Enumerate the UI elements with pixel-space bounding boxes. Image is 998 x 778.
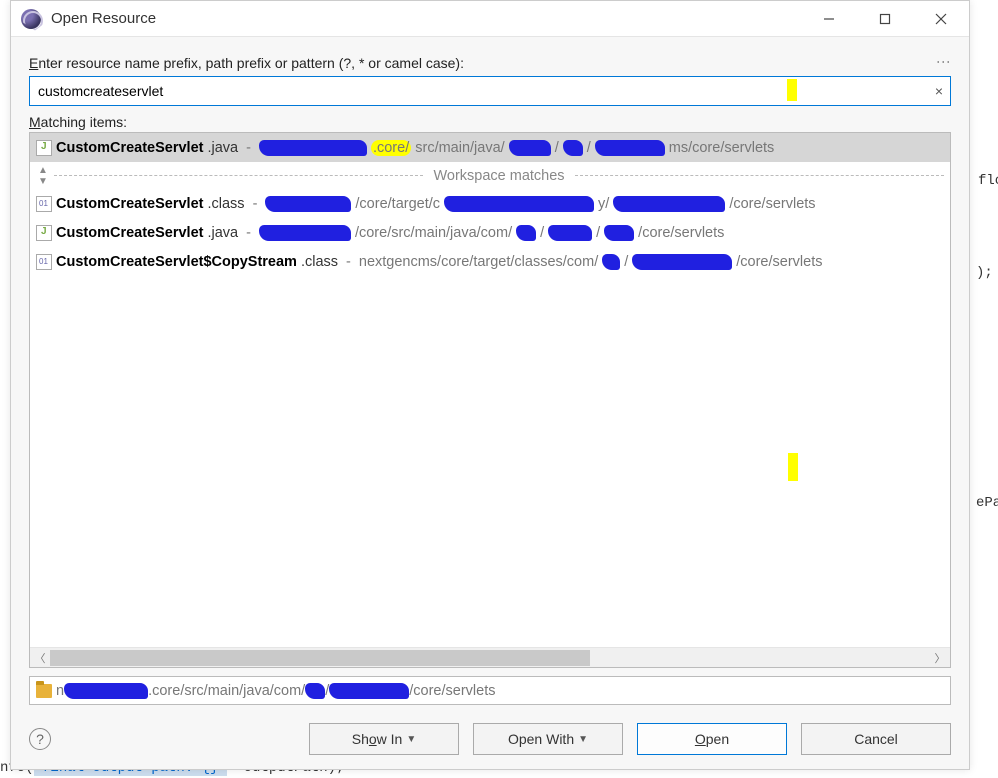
results-list: CustomCreateServlet.java - .core/src/mai…: [29, 132, 951, 668]
result-item[interactable]: CustomCreateServlet.java - /core/src/mai…: [30, 218, 950, 247]
redaction-scribble: [548, 225, 592, 241]
folder-icon: [36, 684, 52, 698]
scroll-left-icon[interactable]: 〈: [30, 650, 50, 666]
annotation-mark: [787, 79, 797, 101]
workspace-matches-separator: ▲▼ Workspace matches: [30, 162, 950, 189]
result-name: CustomCreateServlet: [56, 225, 203, 241]
path-text: /core/src/main/java/com/: [355, 225, 512, 241]
path-text: /: [540, 225, 544, 241]
redaction-scribble: [444, 196, 594, 212]
result-item[interactable]: CustomCreateServlet$CopyStream.class - n…: [30, 247, 950, 276]
redaction-scribble: [516, 225, 536, 241]
clear-search-icon[interactable]: ×: [935, 83, 943, 99]
path-text: /: [587, 140, 591, 156]
matching-items-label: Matching items:: [29, 114, 951, 130]
redaction-scribble: [595, 140, 665, 156]
separator-label: Workspace matches: [433, 168, 564, 184]
path-text: /: [624, 254, 628, 270]
background-code-snippet: );: [976, 265, 993, 281]
scrollbar-track[interactable]: [50, 648, 930, 667]
cancel-button[interactable]: Cancel: [801, 723, 951, 755]
expand-icon: ▲▼: [36, 165, 50, 187]
redaction-scribble: [509, 140, 551, 156]
result-item[interactable]: CustomCreateServlet.java - .core/src/mai…: [30, 133, 950, 162]
result-ext: .java: [207, 225, 238, 241]
path-text: nextgencms/core/target/classes/com/: [359, 254, 598, 270]
redaction-scribble: [602, 254, 620, 270]
prompt-row: Enter resource name prefix, path prefix …: [29, 55, 951, 71]
class-file-icon: [36, 254, 52, 270]
help-icon[interactable]: ?: [29, 728, 51, 750]
button-row: ? Show In ▼ Open With ▼ Open Cancel: [29, 723, 951, 755]
redaction-scribble: [305, 683, 325, 699]
chevron-down-icon: ▼: [406, 734, 416, 745]
path-text: /core/servlets: [638, 225, 724, 241]
result-name: CustomCreateServlet: [56, 196, 203, 212]
redaction-scribble: [604, 225, 634, 241]
redaction-scribble: [265, 196, 351, 212]
redaction-scribble: [259, 140, 367, 156]
scrollbar-thumb[interactable]: [50, 650, 590, 666]
result-name: CustomCreateServlet: [56, 140, 203, 156]
annotation-mark: [788, 453, 798, 481]
result-name: CustomCreateServlet$CopyStream: [56, 254, 297, 270]
window-title: Open Resource: [51, 10, 801, 27]
maximize-button[interactable]: [857, 1, 913, 36]
class-file-icon: [36, 196, 52, 212]
redaction-scribble: [613, 196, 725, 212]
path-text: /core/target/c: [355, 196, 440, 212]
path-text: /: [596, 225, 600, 241]
horizontal-scrollbar[interactable]: 〈 〉: [30, 647, 950, 667]
close-button[interactable]: [913, 1, 969, 36]
result-item[interactable]: CustomCreateServlet.class - /core/target…: [30, 189, 950, 218]
show-in-button[interactable]: Show In ▼: [309, 723, 459, 755]
path-text: /core/servlets: [729, 196, 815, 212]
redaction-scribble: [64, 683, 148, 699]
path-text: .core/src/main/java/com/: [148, 683, 305, 699]
background-code-snippet: flo: [978, 173, 998, 189]
search-label: Enter resource name prefix, path prefix …: [29, 55, 464, 71]
java-file-icon: [36, 140, 52, 156]
result-ext: .java: [207, 140, 238, 156]
view-menu-icon[interactable]: ⋮: [937, 55, 951, 71]
path-text: n: [56, 683, 64, 699]
eclipse-icon: [21, 9, 41, 29]
background-code-snippet: ePa: [976, 495, 998, 511]
scroll-right-icon[interactable]: 〉: [930, 650, 950, 666]
titlebar: Open Resource: [11, 1, 969, 37]
search-input[interactable]: [29, 76, 951, 106]
redaction-scribble: [632, 254, 732, 270]
redaction-scribble: [259, 225, 351, 241]
path-text: y/: [598, 196, 609, 212]
open-with-button[interactable]: Open With ▼: [473, 723, 623, 755]
status-path: n.core/src/main/java/com///core/servlets: [56, 683, 495, 699]
result-ext: .class: [207, 196, 244, 212]
path-text: src/main/java/: [415, 140, 504, 156]
redaction-scribble: [329, 683, 409, 699]
open-button[interactable]: Open: [637, 723, 787, 755]
java-file-icon: [36, 225, 52, 241]
path-text: ms/core/servlets: [669, 140, 775, 156]
redaction-scribble: [563, 140, 583, 156]
path-text: /core/servlets: [409, 683, 495, 699]
chevron-down-icon: ▼: [578, 734, 588, 745]
path-text: /core/servlets: [736, 254, 822, 270]
path-text: /: [555, 140, 559, 156]
path-highlight: .core/: [371, 140, 411, 156]
status-bar: n.core/src/main/java/com///core/servlets: [29, 676, 951, 705]
open-resource-dialog: Open Resource Enter resource name prefix…: [10, 0, 970, 770]
result-ext: .class: [301, 254, 338, 270]
minimize-button[interactable]: [801, 1, 857, 36]
